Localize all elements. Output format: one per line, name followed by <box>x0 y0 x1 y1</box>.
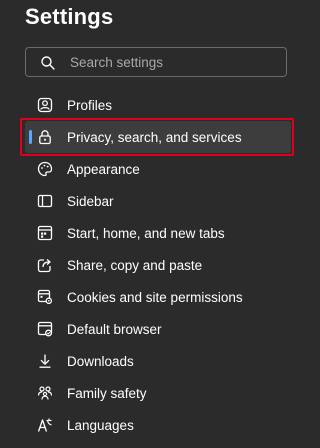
nav-item-label: Default browser <box>67 321 162 337</box>
download-icon <box>36 352 54 370</box>
lock-icon <box>36 128 54 146</box>
browser-icon <box>36 320 54 338</box>
nav-item-label: Share, copy and paste <box>67 257 203 273</box>
nav-item-downloads[interactable]: Downloads <box>25 345 291 377</box>
nav-item-default-browser[interactable]: Default browser <box>25 313 291 345</box>
nav-item-label: Privacy, search, and services <box>67 129 242 145</box>
palette-icon <box>36 160 54 178</box>
nav-item-label: Sidebar <box>67 193 114 209</box>
settings-nav: Profiles Privacy, search, and services A… <box>20 89 294 441</box>
nav-item-label: Downloads <box>67 353 134 369</box>
home-tabs-icon <box>36 224 54 242</box>
family-icon <box>36 384 54 402</box>
profile-icon <box>36 96 54 114</box>
sidebar-icon <box>36 192 54 210</box>
languages-icon <box>36 416 54 434</box>
nav-item-languages[interactable]: Languages <box>25 409 291 441</box>
search-box[interactable] <box>25 47 287 77</box>
search-icon <box>40 55 56 71</box>
nav-item-label: Appearance <box>67 161 140 177</box>
share-icon <box>36 256 54 274</box>
nav-item-label: Profiles <box>67 97 113 113</box>
nav-item-start-home-tabs[interactable]: Start, home, and new tabs <box>25 217 291 249</box>
page-title: Settings <box>25 4 114 29</box>
nav-item-privacy[interactable]: Privacy, search, and services <box>20 118 294 156</box>
nav-item-share-copy-paste[interactable]: Share, copy and paste <box>25 249 291 281</box>
nav-item-label: Start, home, and new tabs <box>67 225 225 241</box>
nav-item-family-safety[interactable]: Family safety <box>25 377 291 409</box>
nav-item-cookies[interactable]: Cookies and site permissions <box>25 281 291 313</box>
nav-item-label: Cookies and site permissions <box>67 289 243 305</box>
nav-item-profiles[interactable]: Profiles <box>25 89 291 121</box>
nav-item-appearance[interactable]: Appearance <box>25 153 291 185</box>
cookies-icon <box>36 288 54 306</box>
nav-item-label: Family safety <box>67 385 147 401</box>
search-input[interactable] <box>70 48 280 76</box>
nav-item-label: Languages <box>67 417 134 433</box>
nav-item-sidebar[interactable]: Sidebar <box>25 185 291 217</box>
